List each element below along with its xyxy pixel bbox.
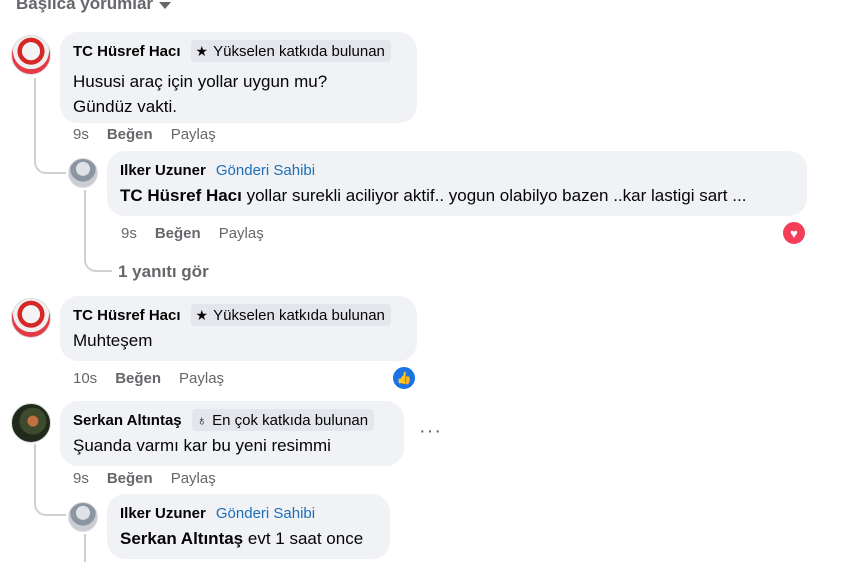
timestamp[interactable]: 9s xyxy=(121,225,137,242)
author-role-label: Gönderi Sahibi xyxy=(215,504,316,522)
share-button[interactable]: Paylaş xyxy=(171,126,216,143)
award-icon: ♁ xyxy=(196,412,208,428)
comment-text: Muhteşem xyxy=(73,331,153,350)
reply-body: evt 1 saat once xyxy=(243,529,364,548)
reply-author[interactable]: Ilker Uzuner xyxy=(120,505,206,522)
star-icon: ★ xyxy=(195,43,209,59)
share-button[interactable]: Paylaş xyxy=(219,225,264,242)
comment-author[interactable]: TC Hüsref Hacı xyxy=(73,43,181,60)
badge-label: En çok katkıda bulunan xyxy=(212,411,369,429)
heart-reaction-icon[interactable]: ♥ xyxy=(781,220,807,246)
comment-actions: 9s Beğen Paylaş xyxy=(73,470,216,487)
comment-bubble: TC Hüsref Hacı ★ Yükselen katkıda buluna… xyxy=(60,32,417,123)
share-button[interactable]: Paylaş xyxy=(171,470,216,487)
avatar[interactable] xyxy=(11,35,51,75)
sort-dropdown[interactable]: Başlıca yorumlar xyxy=(16,0,172,14)
thread-line xyxy=(84,534,86,562)
reply-bubble: Ilker Uzuner Gönderi Sahibi TC Hüsref Ha… xyxy=(107,151,807,216)
avatar[interactable] xyxy=(11,403,51,443)
caret-down-icon xyxy=(159,1,172,9)
comment-line: Gündüz vakti. xyxy=(73,97,177,116)
like-button[interactable]: Beğen xyxy=(107,470,153,487)
reply-bubble: Ilker Uzuner Gönderi Sahibi Serkan Altın… xyxy=(107,494,390,559)
comment-bubble: Serkan Altıntaş ♁ En çok katkıda bulunan… xyxy=(60,401,404,466)
sort-label: Başlıca yorumlar xyxy=(16,0,154,13)
timestamp[interactable]: 9s xyxy=(73,470,89,487)
view-replies-link[interactable]: 1 yanıtı gör xyxy=(118,262,209,282)
contributor-badge[interactable]: ★ Yükselen katkıda bulunan xyxy=(190,40,391,62)
author-role-label: Gönderi Sahibi xyxy=(215,161,316,179)
share-button[interactable]: Paylaş xyxy=(179,370,224,387)
comment-bubble: TC Hüsref Hacı ★ Yükselen katkıda buluna… xyxy=(60,296,417,361)
like-button[interactable]: Beğen xyxy=(115,370,161,387)
reply-text: Serkan Altıntaş evt 1 saat once xyxy=(120,526,378,551)
comment-author[interactable]: Serkan Altıntaş xyxy=(73,412,182,429)
avatar[interactable] xyxy=(68,502,98,532)
reply-author[interactable]: Ilker Uzuner xyxy=(120,162,206,179)
like-button[interactable]: Beğen xyxy=(107,126,153,143)
star-icon: ★ xyxy=(195,307,209,323)
timestamp[interactable]: 9s xyxy=(73,126,89,143)
reply-text: TC Hüsref Hacı yollar surekli aciliyor a… xyxy=(120,183,795,208)
contributor-badge[interactable]: ♁ En çok katkıda bulunan xyxy=(191,409,375,431)
thread-connector xyxy=(34,490,66,516)
thread-line xyxy=(34,444,36,496)
comment-text: Hususi araç için yollar uygun mu? Gündüz… xyxy=(73,69,405,119)
comment-text: Şuanda varmı kar bu yeni resimmi xyxy=(73,436,331,455)
comment-author[interactable]: TC Hüsref Hacı xyxy=(73,307,181,324)
comment-line: Hususi araç için yollar uygun mu? xyxy=(73,72,328,91)
mention-link[interactable]: TC Hüsref Hacı xyxy=(120,186,242,205)
timestamp[interactable]: 10s xyxy=(73,370,97,387)
reply-actions: 9s Beğen Paylaş xyxy=(121,225,264,242)
mention-link[interactable]: Serkan Altıntaş xyxy=(120,529,243,548)
avatar[interactable] xyxy=(11,298,51,338)
like-button[interactable]: Beğen xyxy=(155,225,201,242)
more-options-icon[interactable]: ··· xyxy=(419,420,442,443)
like-reaction-icon[interactable]: 👍 xyxy=(391,365,417,391)
contributor-badge[interactable]: ★ Yükselen katkıda bulunan xyxy=(190,304,391,326)
thread-connector xyxy=(34,140,66,174)
comment-actions: 10s Beğen Paylaş xyxy=(73,370,224,387)
avatar[interactable] xyxy=(68,158,98,188)
reply-body: yollar surekli aciliyor aktif.. yogun ol… xyxy=(241,186,747,205)
badge-label: Yükselen katkıda bulunan xyxy=(213,306,385,324)
badge-label: Yükselen katkıda bulunan xyxy=(213,42,385,60)
comment-actions: 9s Beğen Paylaş xyxy=(73,126,216,143)
